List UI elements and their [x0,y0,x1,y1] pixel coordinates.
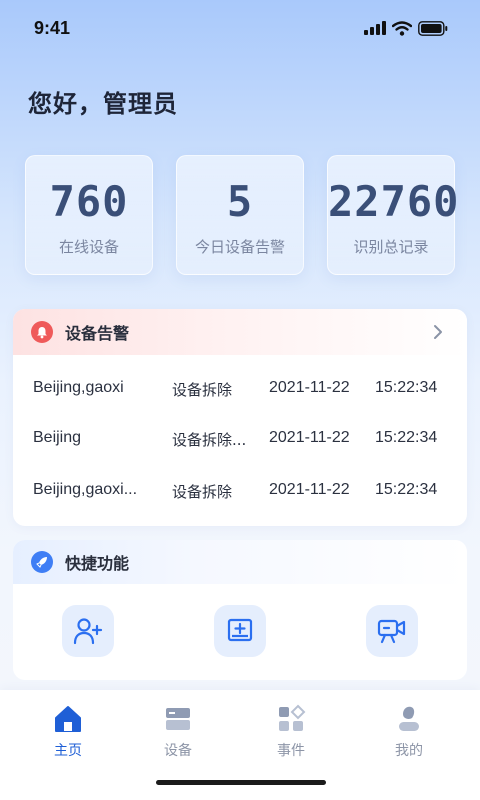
alarm-location: Beijing [33,429,82,446]
stat-card-online-devices[interactable]: 760 在线设备 [25,155,153,275]
battery-icon [418,20,448,36]
greeting-title: 您好，管理员 [28,90,178,118]
alarm-time: 15:22:34 [375,481,438,498]
alarm-header[interactable]: 设备告警 [13,309,467,355]
chevron-right-icon[interactable] [429,323,447,341]
tab-home[interactable]: 主页 [23,704,113,760]
profile-icon [399,706,419,731]
home-icon [55,706,81,732]
stat-card-total-records[interactable]: 22760 识别总记录 [327,155,460,275]
alarm-date: 2021-11-22 [269,481,350,498]
bell-icon [31,321,53,343]
tab-label: 我的 [395,743,423,759]
alarm-time: 15:22:34 [375,379,438,396]
alarm-row[interactable]: Beijing,gaoxi... 设备拆除 2021-11-22 15:22:3… [33,481,463,505]
tab-device[interactable]: 设备 [133,704,223,760]
tab-label: 事件 [277,743,305,759]
tab-event[interactable]: 事件 [246,704,336,760]
add-device-icon [227,618,253,642]
add-device-button[interactable] [214,605,266,657]
device-icon [166,708,190,730]
alarm-type: 设备拆除 [172,483,233,501]
home-indicator [156,780,326,785]
alarm-row[interactable]: Beijing 设备拆除... 2021-11-22 15:22:34 [33,429,463,453]
status-bar: 9:41 [0,0,480,56]
stat-label: 在线设备 [58,238,119,256]
alarm-type: 设备拆除... [172,431,247,449]
alarm-location: Beijing,gaoxi [33,379,124,396]
stat-value: 5 [226,177,254,226]
signal-icon [364,21,386,35]
quick-functions-card: 快捷功能 [13,540,467,680]
stat-label: 今日设备告警 [194,238,285,256]
stat-card-today-alarms[interactable]: 5 今日设备告警 [176,155,304,275]
wifi-icon [392,20,412,36]
status-time: 9:41 [34,17,71,38]
alarm-date: 2021-11-22 [269,429,350,446]
alarm-date: 2021-11-22 [269,379,350,396]
tab-label: 设备 [164,743,192,759]
stat-value: 760 [49,177,129,226]
quick-title: 快捷功能 [65,554,130,573]
status-icons [364,20,448,36]
add-user-icon [73,618,103,645]
alarm-card: 设备告警 Beijing,gaoxi 设备拆除 2021-11-22 15:22… [13,309,467,526]
alarm-type: 设备拆除 [172,381,233,399]
camera-icon [377,619,406,644]
alarm-title: 设备告警 [65,324,130,343]
quick-header: 快捷功能 [13,540,467,584]
add-user-button[interactable] [62,605,114,657]
stat-label: 识别总记录 [353,238,429,256]
tab-profile[interactable]: 我的 [364,704,454,760]
rocket-icon [31,551,53,573]
alarm-time: 15:22:34 [375,429,438,446]
tab-label: 主页 [54,743,82,759]
event-icon [279,704,306,731]
alarm-location: Beijing,gaoxi... [33,481,138,498]
camera-button[interactable] [366,605,418,657]
stat-value: 22760 [328,177,460,226]
alarm-row[interactable]: Beijing,gaoxi 设备拆除 2021-11-22 15:22:34 [33,379,463,403]
stats-row: 760 在线设备 5 今日设备告警 22760 识别总记录 [25,155,460,275]
